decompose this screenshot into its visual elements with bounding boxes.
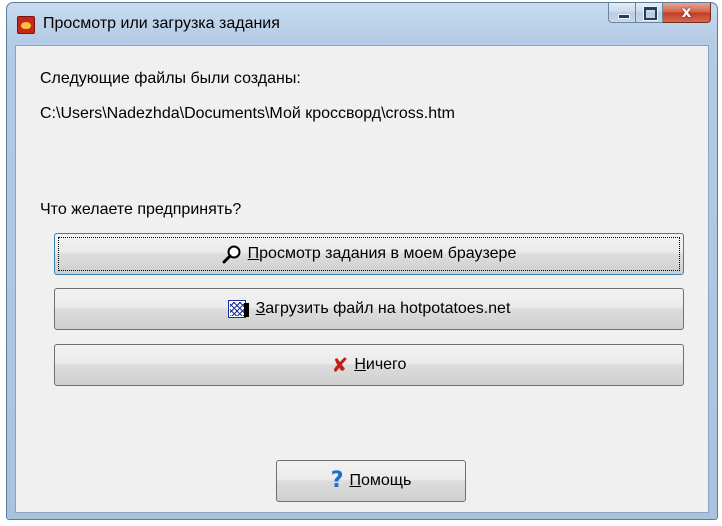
window-controls: x [608, 3, 711, 23]
minimize-button[interactable] [608, 3, 636, 23]
help-button[interactable]: ? Помощь [276, 460, 466, 502]
created-files-label: Следующие файлы были созданы: [40, 70, 301, 87]
close-button[interactable]: x [663, 3, 711, 23]
view-in-browser-button[interactable]: Просмотр задания в моем браузере [54, 233, 684, 275]
question-label: Что желаете предпринять? [40, 201, 242, 218]
dialog-client-area: Следующие файлы были созданы: C:\Users\N… [15, 45, 709, 513]
title-bar[interactable]: Просмотр или загрузка задания x [7, 3, 717, 45]
nothing-label: Ничего [354, 356, 407, 373]
red-x-icon: ✘ [331, 353, 349, 377]
view-in-browser-label: Просмотр задания в моем браузере [247, 245, 517, 262]
question-icon: ? [330, 468, 344, 493]
magnifier-icon [222, 245, 241, 264]
dialog-window: Просмотр или загрузка задания x Следующи… [6, 2, 718, 520]
upload-hotpotatoes-label: Загрузить файл на hotpotatoes.net [255, 300, 511, 317]
close-icon: x [681, 3, 692, 21]
hot-potatoes-app-icon[interactable] [17, 16, 35, 34]
nothing-button[interactable]: ✘ Ничего [54, 344, 684, 386]
web-upload-icon [227, 300, 249, 318]
maximize-button[interactable] [636, 3, 663, 23]
upload-hotpotatoes-button[interactable]: Загрузить файл на hotpotatoes.net [54, 288, 684, 330]
minimize-icon [618, 14, 630, 19]
created-file-path: C:\Users\Nadezhda\Documents\Мой кроссвор… [40, 105, 455, 122]
help-label: Помощь [349, 472, 412, 489]
window-title: Просмотр или загрузка задания [43, 15, 280, 32]
maximize-icon [644, 7, 657, 20]
